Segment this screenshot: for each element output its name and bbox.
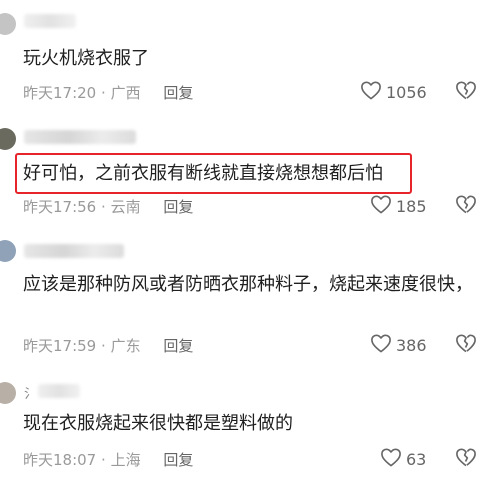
heart-outline-icon <box>360 80 386 104</box>
reply-button[interactable]: 回复 <box>163 84 193 102</box>
location-separator: · <box>101 198 111 216</box>
comment-text: 现在衣服烧起来很快都是塑料做的 <box>23 413 293 434</box>
reply-button[interactable]: 回复 <box>163 198 193 216</box>
username[interactable] <box>38 384 80 398</box>
avatar[interactable] <box>0 240 16 262</box>
avatar[interactable] <box>0 382 16 404</box>
comment-location: 广东 <box>110 337 141 355</box>
broken-heart-icon <box>455 334 477 357</box>
highlight-box <box>15 153 412 194</box>
comment-time: 昨天18:07 <box>23 451 97 469</box>
username[interactable] <box>24 244 124 258</box>
location-separator: · <box>101 84 111 102</box>
comment-time: 昨天17:59 <box>23 337 97 355</box>
like-count: 1056 <box>386 82 427 102</box>
comment-meta: 昨天18:07 · 上海 回复 <box>23 449 193 470</box>
reply-button[interactable]: 回复 <box>163 337 193 355</box>
like-button[interactable]: 386 <box>370 333 427 357</box>
like-button[interactable]: 185 <box>370 194 427 218</box>
heart-outline-icon <box>370 333 396 357</box>
reply-button[interactable]: 回复 <box>163 451 193 469</box>
location-separator: · <box>101 337 111 355</box>
username[interactable] <box>24 14 76 28</box>
comment-time: 昨天17:56 <box>23 198 97 216</box>
avatar[interactable] <box>0 13 16 35</box>
heart-outline-icon <box>380 447 406 471</box>
comment-location: 广西 <box>110 84 141 102</box>
broken-heart-icon <box>455 81 477 104</box>
dislike-button[interactable] <box>455 333 477 357</box>
comment-location: 上海 <box>110 451 141 469</box>
broken-heart-icon <box>455 448 477 471</box>
like-count: 63 <box>406 449 427 469</box>
comment-meta: 昨天17:59 · 广东 回复 <box>23 335 193 356</box>
comment-meta: 昨天17:20 · 广西 回复 <box>23 82 193 103</box>
like-count: 386 <box>396 335 427 355</box>
like-count: 185 <box>396 196 427 216</box>
username-initial[interactable]: 氵 <box>24 383 37 402</box>
dislike-button[interactable] <box>455 194 477 218</box>
like-button[interactable]: 63 <box>380 447 426 471</box>
comment-time: 昨天17:20 <box>23 84 97 102</box>
heart-outline-icon <box>370 194 396 218</box>
avatar[interactable] <box>0 128 16 150</box>
username[interactable] <box>24 130 136 144</box>
location-separator: · <box>101 451 111 469</box>
comment-text: 玩火机烧衣服了 <box>23 48 149 69</box>
comment-meta: 昨天17:56 · 云南 回复 <box>23 196 193 217</box>
like-button[interactable]: 1056 <box>360 80 427 104</box>
comment-location: 云南 <box>110 198 141 216</box>
dislike-button[interactable] <box>455 80 477 104</box>
broken-heart-icon <box>455 195 477 218</box>
dislike-button[interactable] <box>455 447 477 471</box>
comment-text: 应该是那种防风或者防晒衣那种料子，烧起来速度很快， <box>23 274 473 295</box>
